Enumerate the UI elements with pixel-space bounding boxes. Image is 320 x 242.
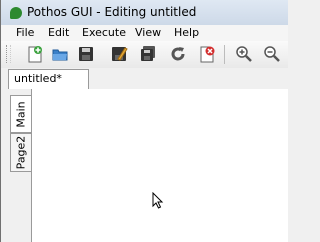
tab-untitled-label: untitled*: [14, 72, 62, 85]
save-all-icon[interactable]: [138, 44, 158, 64]
main-window: Pothos GUI - Editing untitled File Edit …: [0, 0, 288, 242]
menu-edit[interactable]: Edit: [48, 26, 69, 39]
menu-execute[interactable]: Execute: [82, 26, 126, 39]
graph-editor-canvas[interactable]: [31, 89, 288, 242]
tab-main[interactable]: Main: [10, 95, 31, 133]
save-icon[interactable]: [76, 44, 96, 64]
mouse-pointer-icon: [152, 192, 164, 209]
reload-icon[interactable]: [168, 44, 188, 64]
toolbar-handle[interactable]: [6, 45, 11, 63]
pothos-leaf-icon: [10, 7, 22, 19]
open-folder-icon[interactable]: [50, 44, 70, 64]
tab-page2[interactable]: Page2: [10, 133, 31, 172]
title-bar[interactable]: Pothos GUI - Editing untitled: [1, 0, 288, 26]
menu-view[interactable]: View: [135, 26, 161, 39]
save-as-icon[interactable]: [109, 44, 129, 64]
menu-help[interactable]: Help: [174, 26, 199, 39]
menu-bar: File Edit Execute View Help: [1, 25, 288, 41]
window-title: Pothos GUI - Editing untitled: [27, 5, 197, 19]
zoom-in-icon[interactable]: [234, 44, 254, 64]
page-tab-bar: Main Page2: [1, 89, 32, 242]
menu-file[interactable]: File: [16, 26, 34, 39]
toolbar-separator: [224, 45, 225, 64]
tab-page2-label: Page2: [14, 135, 28, 170]
close-document-icon[interactable]: [197, 44, 217, 64]
zoom-out-icon[interactable]: [262, 44, 282, 64]
tab-untitled[interactable]: untitled*: [8, 69, 89, 89]
tab-main-label: Main: [14, 100, 28, 128]
main-toolbar: [1, 41, 288, 69]
new-document-icon[interactable]: [25, 44, 45, 64]
document-tab-bar: untitled*: [1, 68, 288, 90]
